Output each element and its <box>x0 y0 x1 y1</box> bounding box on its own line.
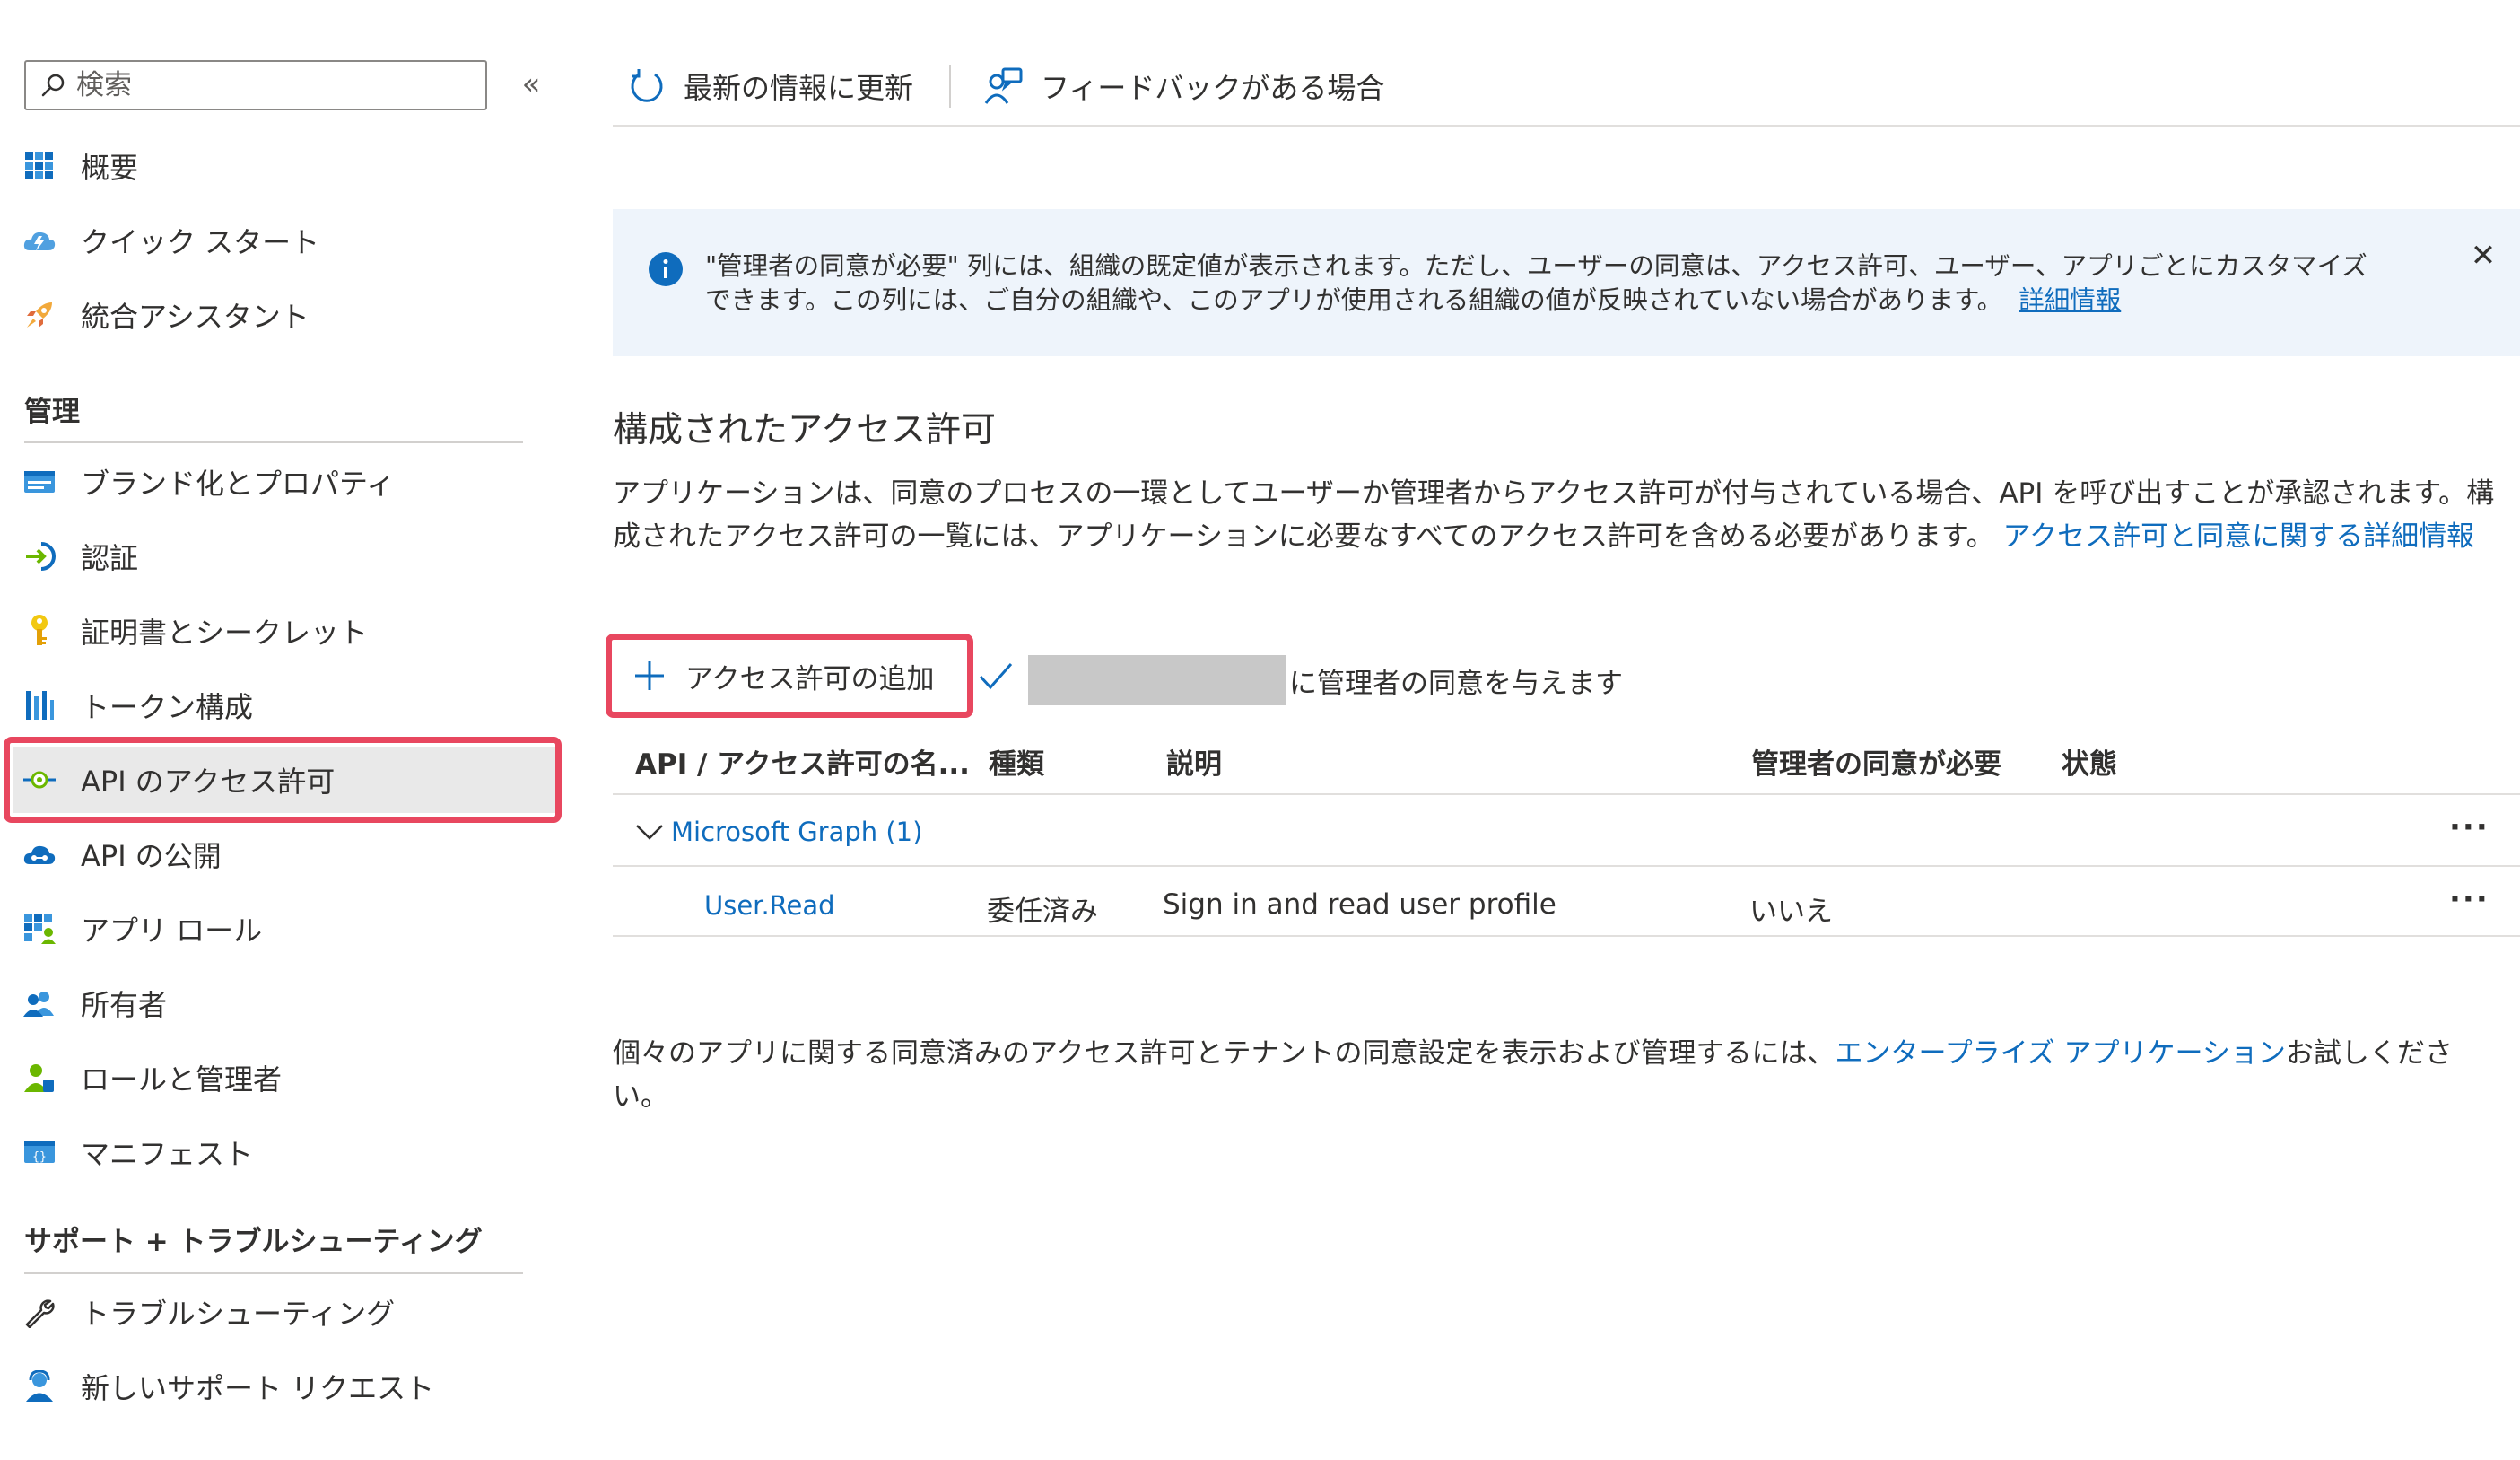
table-header-divider <box>613 793 2520 795</box>
banner-line-1: "管理者の同意が必要" 列には、組織の既定値が表示されます。ただし、ユーザーの同… <box>705 251 2367 281</box>
authentication-arrow-icon <box>22 538 57 574</box>
permissions-consent-link[interactable]: アクセス許可と同意に関する詳細情報 <box>2003 520 2474 553</box>
add-permission-button[interactable]: アクセス許可の追加 <box>606 634 973 718</box>
refresh-button[interactable]: 最新の情報に更新 <box>628 61 913 111</box>
rocket-icon <box>22 297 57 333</box>
sidebar-item-new-support-request[interactable]: 新しいサポート リクエスト <box>13 1353 558 1420</box>
sidebar-item-label: ロールと管理者 <box>81 1062 283 1097</box>
section-divider <box>24 441 523 443</box>
sidebar-item-label: 概要 <box>81 151 139 185</box>
support-person-icon <box>22 1368 57 1404</box>
cloud-api-icon <box>22 836 57 872</box>
sidebar-item-label: 証明書とシークレット <box>81 616 369 650</box>
table-row-divider <box>613 935 2520 937</box>
group-row-microsoft-graph[interactable]: Microsoft Graph (1) <box>635 817 922 847</box>
enterprise-applications-link[interactable]: エンタープライズ アプリケーション <box>1835 1037 2285 1070</box>
page-heading: 構成されたアクセス許可 <box>613 410 997 450</box>
sidebar-item-label: アプリ ロール <box>81 914 263 948</box>
svg-text:{}: {} <box>32 1150 47 1164</box>
sidebar-item-quickstart[interactable]: クイック スタート <box>13 207 558 274</box>
sidebar-item-label: マニフェスト <box>81 1137 254 1171</box>
permission-description: Sign in and read user profile <box>1163 888 1556 921</box>
branding-card-icon <box>22 464 57 500</box>
highlight-box <box>4 737 562 823</box>
sidebar-item-expose-api[interactable]: API の公開 <box>13 821 558 887</box>
refresh-icon <box>631 69 663 102</box>
column-header-api-name[interactable]: API / アクセス許可の名... <box>635 741 970 782</box>
refresh-label: 最新の情報に更新 <box>684 71 914 105</box>
plus-icon <box>635 661 664 690</box>
chevron-down-icon <box>636 825 663 840</box>
sidebar-item-label: 統合アシスタント <box>81 300 310 334</box>
owners-people-icon <box>22 985 57 1021</box>
close-banner-button[interactable]: ✕ <box>2465 238 2501 274</box>
column-header-type[interactable]: 種類 <box>989 741 1044 782</box>
add-permission-label: アクセス許可の追加 <box>685 662 935 695</box>
permission-admin-consent: いいえ <box>1749 896 1833 928</box>
sidebar-item-owners[interactable]: 所有者 <box>13 970 558 1036</box>
cloud-lightning-icon <box>22 223 57 258</box>
manifest-code-icon: {} <box>22 1134 57 1170</box>
group-more-options-button[interactable]: ··· <box>2449 809 2489 845</box>
sidebar-item-troubleshooting[interactable]: トラブルシューティング <box>13 1279 558 1345</box>
footer-note: 個々のアプリに関する同意済みのアクセス許可とテナントの同意設定を表示および管理す… <box>613 1037 2453 1113</box>
collapse-sidebar-button[interactable]: « <box>513 65 549 104</box>
section-divider <box>24 1272 523 1274</box>
search-box[interactable] <box>24 60 487 110</box>
feedback-person-icon <box>984 67 1023 104</box>
column-header-description[interactable]: 説明 <box>1166 741 1222 782</box>
overview-grid-icon <box>22 148 57 184</box>
sidebar-item-label: トラブルシューティング <box>81 1297 396 1331</box>
token-bars-icon <box>22 687 57 723</box>
sidebar-item-integration-assistant[interactable]: 統合アシスタント <box>13 282 558 348</box>
sidebar-item-app-roles[interactable]: アプリ ロール <box>13 896 558 962</box>
group-row-divider <box>613 865 2520 867</box>
permission-type: 委任済み <box>987 896 1098 928</box>
sidebar-item-authentication[interactable]: 認証 <box>13 523 558 590</box>
sidebar-item-label: 所有者 <box>81 988 168 1022</box>
banner-line-2: できます。この列には、ご自分の組織や、このアプリが使用される組織の値が反映されて… <box>705 285 2122 315</box>
app-roles-grid-icon <box>22 911 57 947</box>
permissions-description: アプリケーションは、同意のプロセスの一環としてユーザーか管理者からアクセス許可が… <box>613 477 2495 553</box>
sidebar-item-certificates[interactable]: 証明書とシークレット <box>13 598 558 664</box>
banner-details-link[interactable]: 詳細情報 <box>2019 285 2121 315</box>
section-header-support: サポート + トラブルシューティング <box>24 1226 483 1258</box>
key-icon <box>22 613 57 649</box>
toolbar-divider <box>613 125 2520 127</box>
redacted-tenant-name <box>1028 655 1286 705</box>
info-banner-text: "管理者の同意が必要" 列には、組織の既定値が表示されます。ただし、ユーザーの同… <box>705 249 2455 318</box>
sidebar-item-token-configuration[interactable]: トークン構成 <box>13 672 558 739</box>
sidebar-item-label: API の公開 <box>81 839 222 873</box>
sidebar-item-label: ブランド化とプロパティ <box>81 467 396 501</box>
sidebar-item-label: トークン構成 <box>81 690 254 724</box>
sidebar-item-label: クイック スタート <box>81 225 320 259</box>
info-icon <box>648 251 684 291</box>
sidebar-item-label: 認証 <box>81 541 139 575</box>
toolbar-separator <box>949 65 951 108</box>
sidebar-item-manifest[interactable]: {} マニフェスト <box>13 1119 558 1185</box>
feedback-label: フィードバックがある場合 <box>1041 71 1385 105</box>
sidebar-item-label: 新しいサポート リクエスト <box>81 1371 435 1405</box>
sidebar-item-overview[interactable]: 概要 <box>13 133 558 199</box>
grant-admin-consent-button[interactable]: に管理者の同意を与えます <box>1289 660 1623 701</box>
section-header-manage: 管理 <box>24 396 80 428</box>
column-header-admin-consent[interactable]: 管理者の同意が必要 <box>1751 741 2001 782</box>
search-input[interactable] <box>74 68 455 102</box>
wrench-icon <box>22 1294 57 1330</box>
row-more-options-button[interactable]: ··· <box>2449 881 2489 917</box>
feedback-button[interactable]: フィードバックがある場合 <box>983 61 1384 111</box>
column-header-status[interactable]: 状態 <box>2062 741 2117 782</box>
roles-admin-icon <box>22 1060 57 1096</box>
permission-name-link[interactable]: User.Read <box>704 890 835 921</box>
checkmark-icon[interactable] <box>978 660 1014 696</box>
search-icon <box>41 74 65 97</box>
sidebar-item-branding[interactable]: ブランド化とプロパティ <box>13 449 558 515</box>
group-label: Microsoft Graph (1) <box>671 817 923 847</box>
sidebar-item-roles-admins[interactable]: ロールと管理者 <box>13 1045 558 1111</box>
